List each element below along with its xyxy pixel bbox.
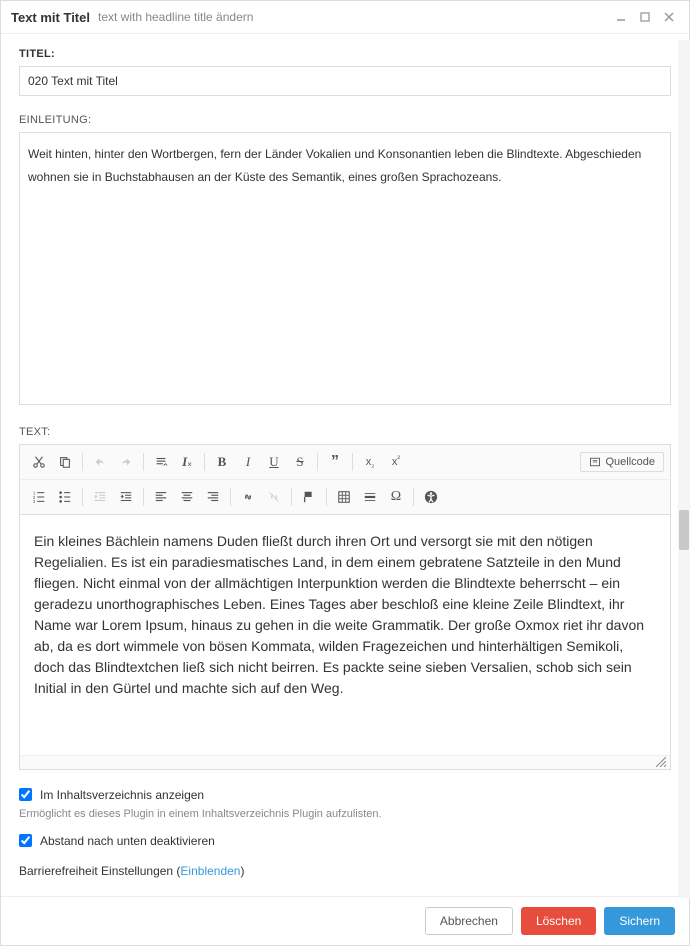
superscript-icon[interactable]: x² — [384, 450, 408, 474]
bold-icon[interactable]: B — [210, 450, 234, 474]
bullet-list-icon[interactable] — [53, 485, 77, 509]
accessibility-prefix: Barrierefreiheit Einstellungen ( — [19, 864, 180, 878]
intro-field-group: EINLEITUNG: — [19, 114, 671, 408]
maximize-button[interactable] — [635, 7, 655, 27]
intro-label: EINLEITUNG: — [19, 114, 671, 126]
cancel-button[interactable]: Abbrechen — [425, 907, 513, 935]
intro-textarea[interactable] — [19, 132, 671, 405]
dialog-body: TITEL: EINLEITUNG: TEXT: — [1, 34, 689, 896]
show-in-toc-help: Ermöglicht es dieses Plugin in einem Inh… — [19, 808, 671, 820]
show-in-toc-label: Im Inhaltsverzeichnis anzeigen — [40, 788, 204, 802]
quote-icon[interactable]: ” — [323, 450, 347, 474]
disable-spacing-checkbox[interactable] — [19, 834, 32, 847]
dialog-footer: Abbrechen Löschen Sichern — [1, 896, 689, 945]
minimize-button[interactable] — [611, 7, 631, 27]
title-input[interactable] — [19, 66, 671, 96]
accessibility-settings-row: Barrierefreiheit Einstellungen (Einblend… — [19, 864, 671, 878]
numbered-list-icon[interactable]: 123 — [27, 485, 51, 509]
hr-icon[interactable] — [358, 485, 382, 509]
align-right-icon[interactable] — [201, 485, 225, 509]
unlink-icon[interactable] — [262, 485, 286, 509]
accessibility-suffix: ) — [240, 864, 244, 878]
editor-resize-bar — [20, 755, 670, 769]
save-button[interactable]: Sichern — [604, 907, 675, 935]
dialog-header: Text mit Titel text with headline title … — [1, 1, 689, 34]
richtext-editor: I× B I U S ” x₂ x² Que — [19, 444, 671, 770]
subscript-icon[interactable]: x₂ — [358, 450, 382, 474]
accessibility-toggle-link[interactable]: Einblenden — [180, 864, 240, 878]
strike-icon[interactable]: S — [288, 450, 312, 474]
link-icon[interactable] — [236, 485, 260, 509]
source-icon — [589, 456, 601, 468]
anchor-icon[interactable] — [297, 485, 321, 509]
underline-icon[interactable]: U — [262, 450, 286, 474]
cut-icon[interactable] — [27, 450, 51, 474]
close-button[interactable] — [659, 7, 679, 27]
dialog-title: Text mit Titel — [11, 10, 90, 25]
text-label: TEXT: — [19, 426, 671, 438]
source-button[interactable]: Quellcode — [580, 452, 664, 472]
dialog-subtitle: text with headline title ändern — [98, 10, 253, 24]
resize-handle-icon[interactable] — [656, 757, 666, 767]
dialog-window: Text mit Titel text with headline title … — [0, 0, 690, 946]
redo-icon[interactable] — [114, 450, 138, 474]
source-label: Quellcode — [605, 456, 655, 468]
outdent-icon[interactable] — [88, 485, 112, 509]
toolbar-row-1: I× B I U S ” x₂ x² Que — [20, 445, 670, 479]
show-in-toc-row: Im Inhaltsverzeichnis anzeigen — [19, 788, 671, 802]
editor-content[interactable]: Ein kleines Bächlein namens Duden fließt… — [20, 515, 670, 755]
editor-toolbar: I× B I U S ” x₂ x² Que — [20, 445, 670, 515]
title-field-group: TITEL: — [19, 48, 671, 96]
copy-icon[interactable] — [53, 450, 77, 474]
accessibility-icon[interactable] — [419, 485, 443, 509]
format-icon[interactable] — [149, 450, 173, 474]
disable-spacing-label: Abstand nach unten deaktivieren — [40, 834, 215, 848]
scrollbar-thumb[interactable] — [679, 510, 689, 550]
align-center-icon[interactable] — [175, 485, 199, 509]
table-icon[interactable] — [332, 485, 356, 509]
svg-text:3: 3 — [33, 499, 36, 504]
remove-format-icon[interactable]: I× — [175, 450, 199, 474]
undo-icon[interactable] — [88, 450, 112, 474]
show-in-toc-checkbox[interactable] — [19, 788, 32, 801]
indent-icon[interactable] — [114, 485, 138, 509]
special-char-icon[interactable]: Ω — [384, 485, 408, 509]
toolbar-row-2: 123 — [20, 479, 670, 514]
delete-button[interactable]: Löschen — [521, 907, 596, 935]
scrollbar-track[interactable] — [678, 40, 690, 898]
disable-spacing-row: Abstand nach unten deaktivieren — [19, 834, 671, 848]
align-left-icon[interactable] — [149, 485, 173, 509]
title-label: TITEL: — [19, 48, 671, 60]
text-field-group: TEXT: I× B I U — [19, 426, 671, 770]
italic-icon[interactable]: I — [236, 450, 260, 474]
